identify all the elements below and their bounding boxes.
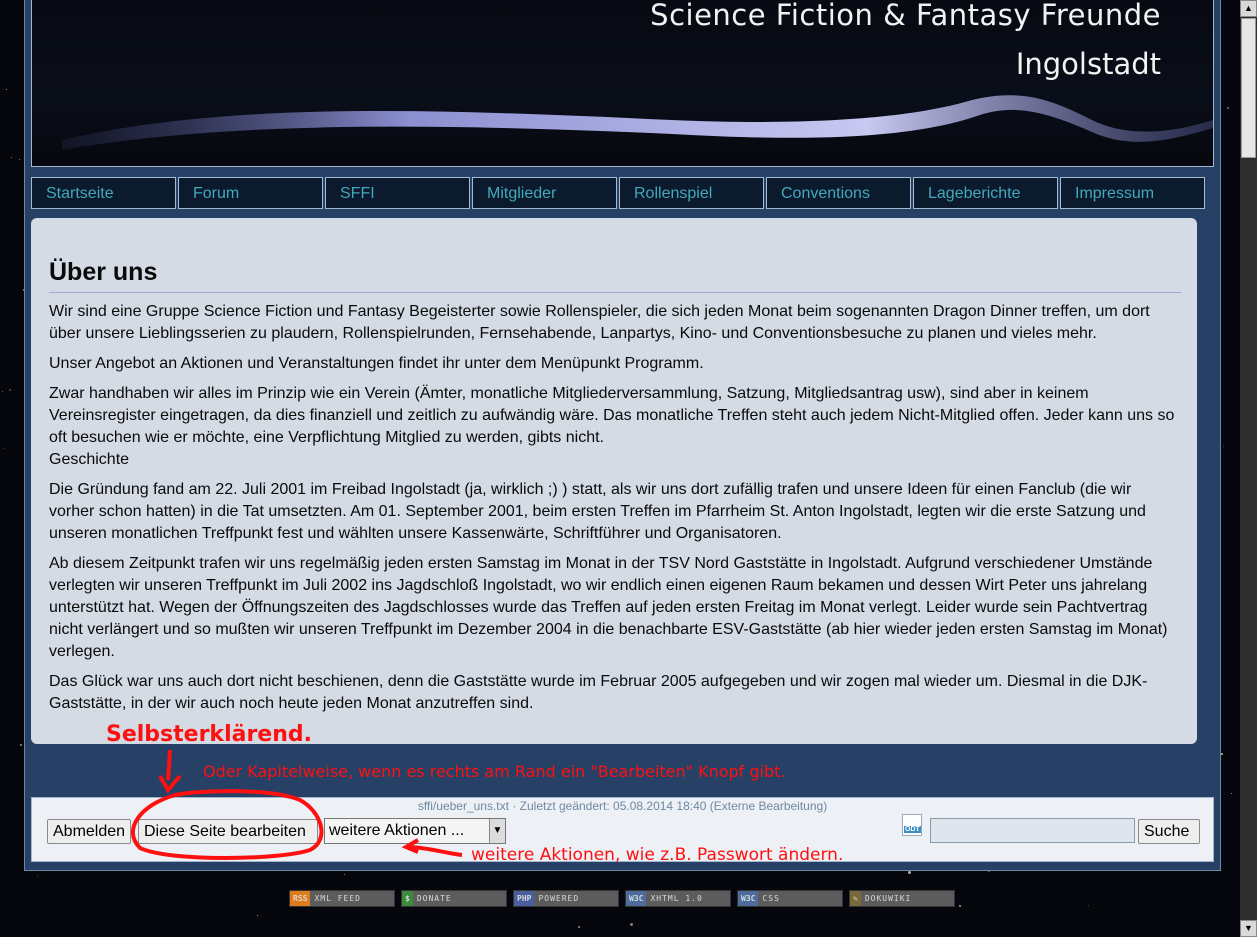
badge-xhtml-right: XHTML 1.0 [650, 894, 703, 903]
footer-badges: RSS XML FEED $ DONATE PHP POWERED W3C XHTML … [289, 890, 961, 907]
badge-rss-right: XML FEED [314, 894, 361, 903]
star [1231, 793, 1232, 794]
badge-dokuwiki-left: ✎ [850, 891, 861, 906]
star [19, 159, 20, 160]
scroll-thumb[interactable] [1241, 18, 1256, 158]
nav-item-rollenspiel[interactable]: Rollenspiel [619, 177, 764, 209]
page-title: Über uns [49, 252, 1181, 293]
search-button[interactable]: Suche [1138, 819, 1200, 844]
annotation-chapter-edit: Oder Kapitelweise, wenn es rechts am Ran… [203, 762, 786, 781]
nav-item-startseite[interactable]: Startseite [31, 177, 176, 209]
badge-css-right: CSS [762, 894, 780, 903]
nav-item-forum[interactable]: Forum [178, 177, 323, 209]
star [20, 744, 22, 746]
paragraph-intro: Wir sind eine Gruppe Science Fiction und… [49, 303, 1150, 342]
edit-page-button[interactable]: Diese Seite bearbeiten [138, 819, 318, 844]
odt-export-icon[interactable]: ODT [902, 814, 922, 836]
badge-donate-right: DONATE [416, 894, 452, 903]
paragraph-offer: Unser Angebot an Aktionen und Veranstalt… [49, 355, 704, 372]
badge-rss-left: RSS [290, 891, 311, 906]
star [9, 389, 11, 391]
scroll-up-arrow-icon[interactable]: ▲ [1240, 0, 1257, 17]
nav-item-conventions[interactable]: Conventions [766, 177, 911, 209]
site-title: Science Fiction & Fantasy Freunde [650, 0, 1161, 32]
page-info: sffi/ueber_uns.txt · Zuletzt geändert: 0… [417, 799, 828, 813]
star [1221, 753, 1223, 755]
star [1088, 905, 1089, 906]
star [1223, 446, 1224, 447]
badge-php-left: PHP [514, 891, 535, 906]
star [11, 157, 12, 158]
badge-php[interactable]: PHP POWERED [513, 890, 619, 907]
annotation-self-explanatory: Selbsterklärend. [106, 722, 312, 747]
annotation-more-actions: weitere Aktionen, wie z.B. Passwort ände… [471, 845, 844, 865]
nav-item-sffi[interactable]: SFFI [325, 177, 470, 209]
vertical-scrollbar[interactable]: ▲ ▼ [1240, 0, 1257, 937]
star [1227, 107, 1229, 109]
site-header-banner: Science Fiction & Fantasy Freunde Ingols… [31, 0, 1214, 167]
star [344, 874, 345, 875]
badge-css[interactable]: W3C CSS [737, 890, 843, 907]
badge-php-right: POWERED [538, 894, 580, 903]
badge-xhtml-left: W3C [626, 891, 647, 906]
badge-rss[interactable]: RSS XML FEED [289, 890, 395, 907]
star [2, 391, 3, 392]
main-navigation: Startseite Forum SFFI Mitglieder Rollens… [31, 177, 1211, 211]
chevron-down-icon: ▼ [489, 819, 505, 843]
star [257, 915, 258, 916]
odt-label: ODT [904, 826, 921, 833]
nav-item-mitglieder[interactable]: Mitglieder [472, 177, 617, 209]
badge-dokuwiki-right: DOKUWIKI [864, 894, 912, 903]
star [630, 923, 633, 926]
more-actions-selected: weitere Aktionen ... [329, 822, 465, 839]
paragraph-association: Zwar handhaben wir alles im Prinzip wie … [49, 385, 1175, 446]
nav-item-impressum[interactable]: Impressum [1060, 177, 1205, 209]
badge-donate[interactable]: $ DONATE [401, 890, 507, 907]
star [3, 448, 4, 449]
search-input[interactable] [930, 818, 1135, 843]
badge-xhtml[interactable]: W3C XHTML 1.0 [625, 890, 731, 907]
more-actions-select[interactable]: weitere Aktionen ... ▼ [324, 818, 506, 844]
badge-css-left: W3C [738, 891, 759, 906]
paragraph-current-place: Das Glück war uns auch dort nicht beschi… [49, 673, 1148, 712]
star [908, 871, 911, 874]
star [6, 89, 7, 90]
scroll-down-arrow-icon[interactable]: ▼ [1240, 920, 1257, 937]
page-content: Über uns Wir sind eine Gruppe Science Fi… [31, 218, 1197, 744]
badge-dokuwiki[interactable]: ✎ DOKUWIKI [849, 890, 955, 907]
star [578, 926, 580, 928]
paragraph-founding: Die Gründung fand am 22. Juli 2001 im Fr… [49, 481, 1146, 542]
section-heading-geschichte: Geschichte [49, 451, 130, 468]
star [37, 875, 38, 876]
site-subtitle: Ingolstadt [1015, 47, 1161, 81]
nav-item-lageberichte[interactable]: Lageberichte [913, 177, 1058, 209]
badge-donate-left: $ [402, 891, 413, 906]
paragraph-meeting-places: Ab diesem Zeitpunkt trafen wir uns regel… [49, 555, 1168, 660]
logout-button[interactable]: Abmelden [47, 819, 131, 844]
